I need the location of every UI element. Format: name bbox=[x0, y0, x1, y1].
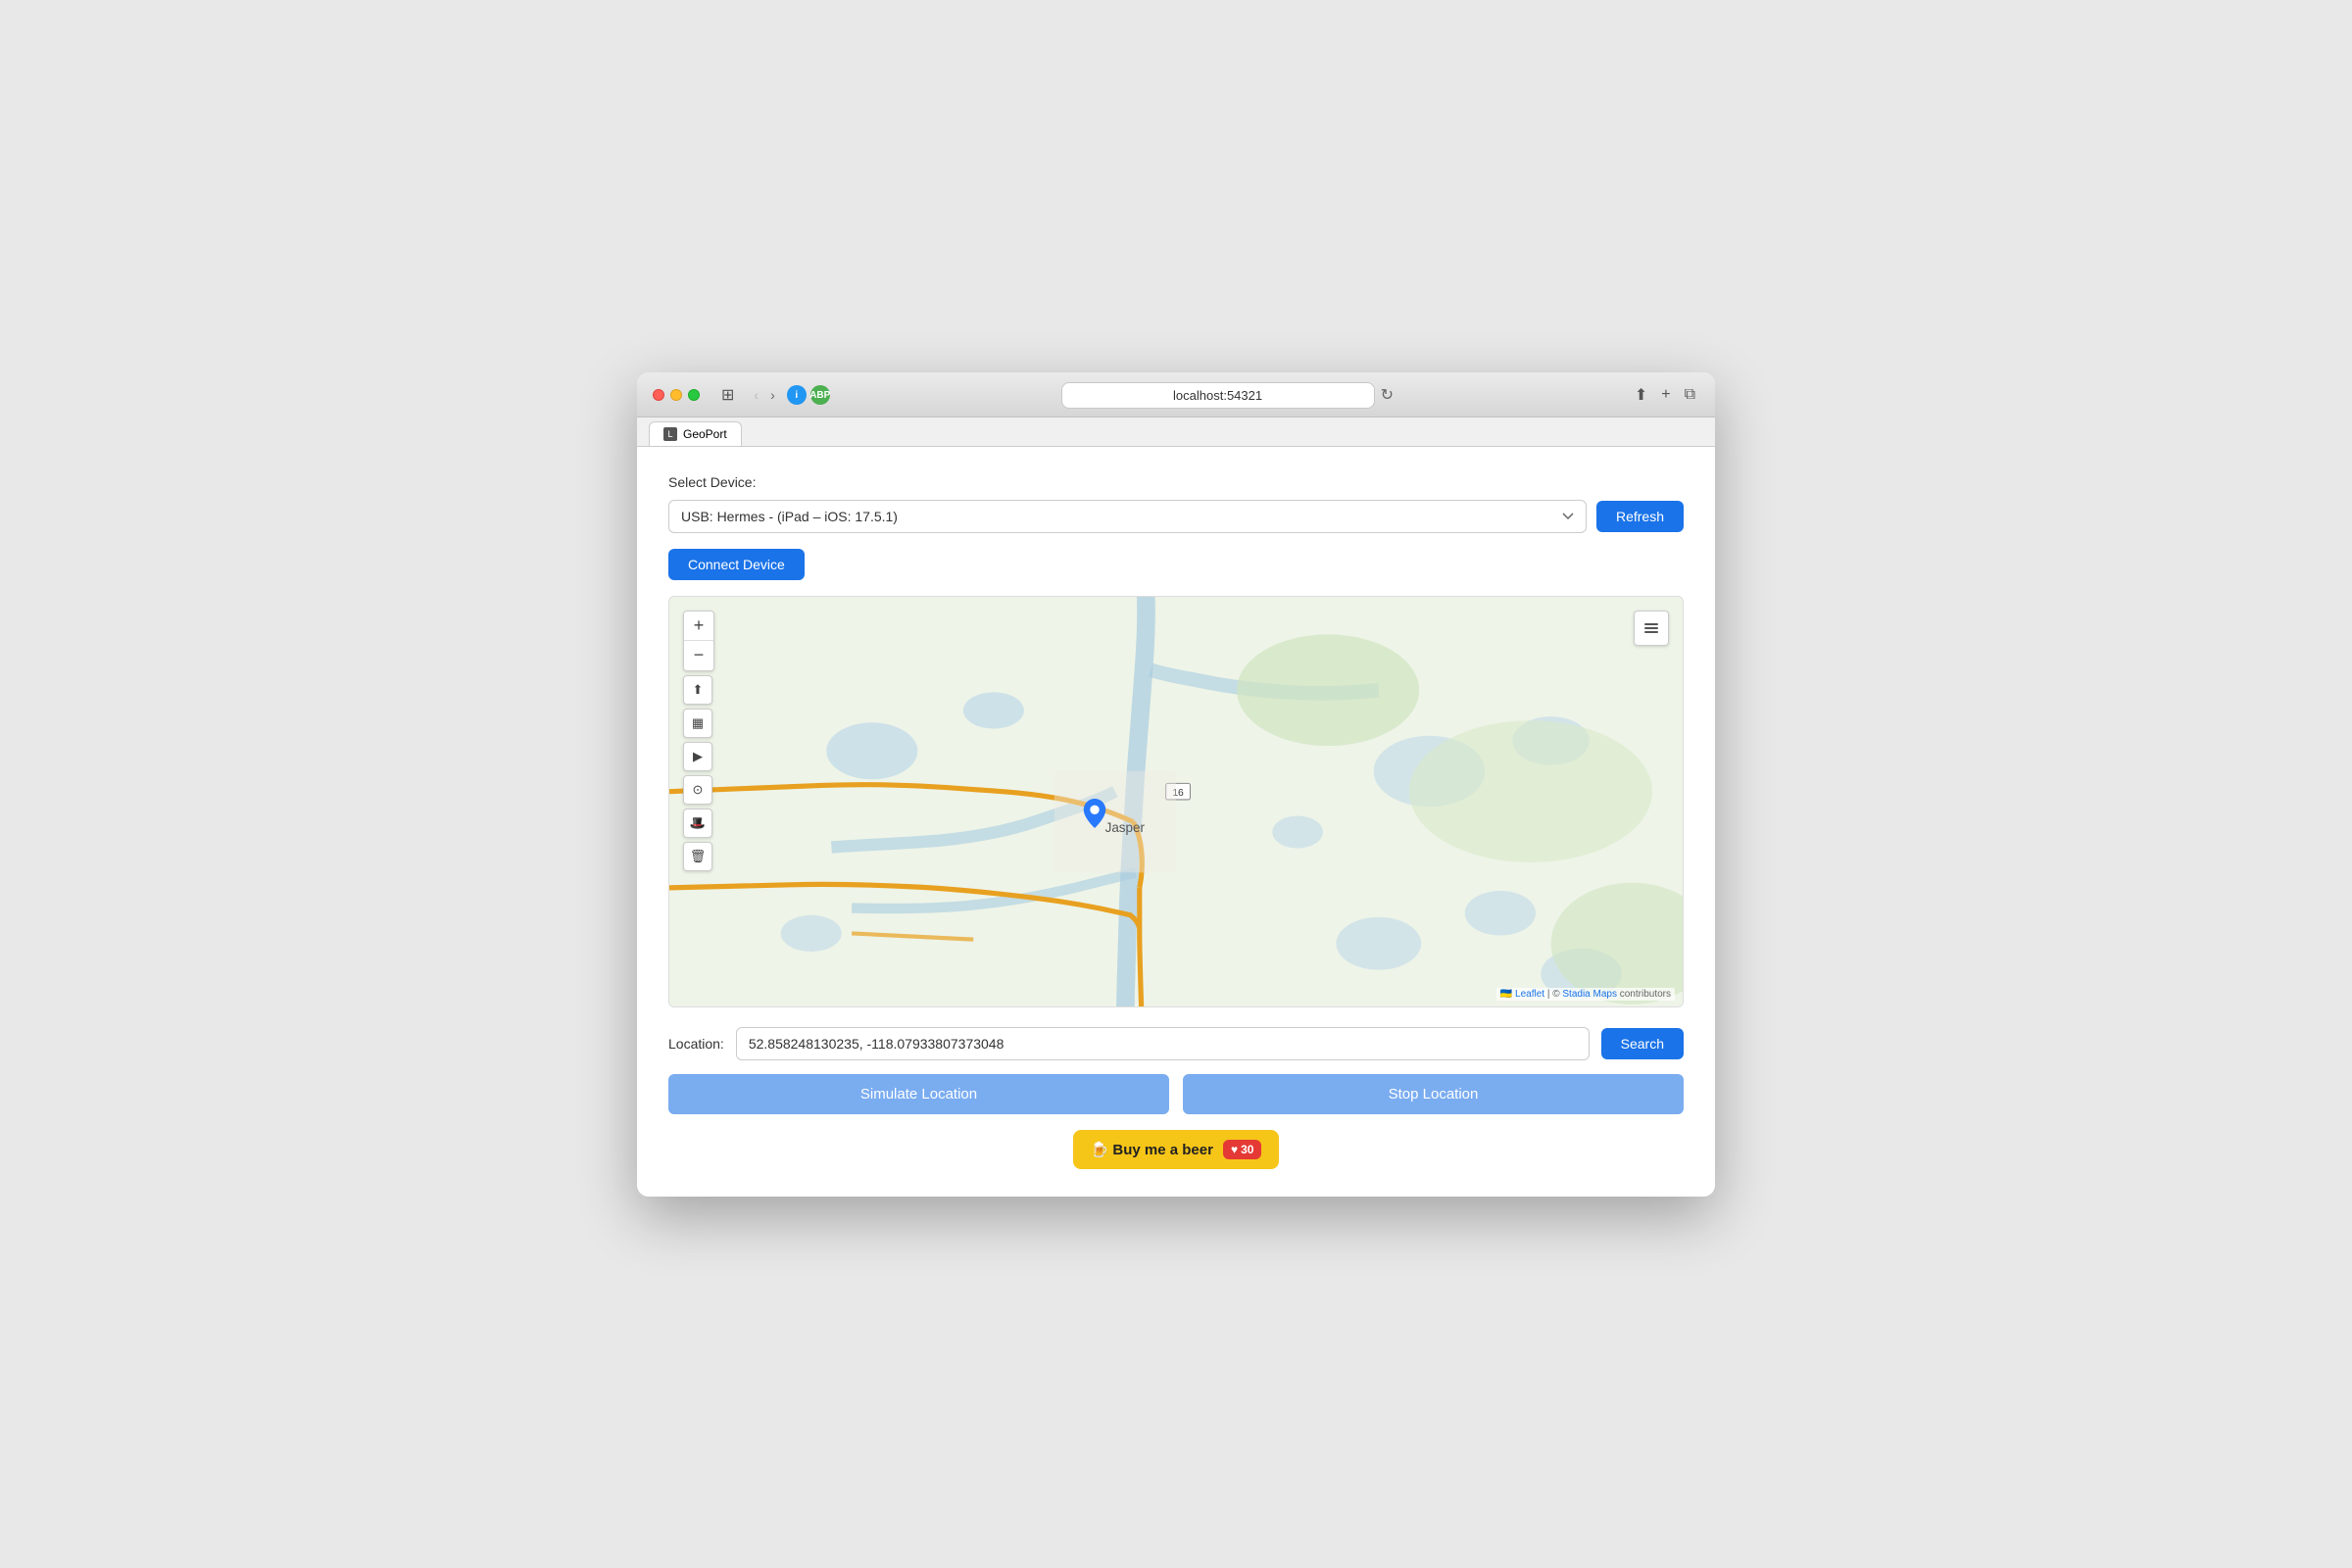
donation-count: 30 bbox=[1241, 1143, 1253, 1156]
donation-row: 🍺 Buy me a beer ♥ 30 bbox=[668, 1130, 1684, 1169]
donation-label: 🍺 Buy me a beer bbox=[1091, 1141, 1213, 1158]
address-bar[interactable]: localhost:54321 bbox=[1061, 382, 1375, 409]
location-label: Location: bbox=[668, 1036, 724, 1052]
nav-buttons: ‹ › bbox=[750, 385, 778, 405]
map-layers-button[interactable] bbox=[1634, 611, 1669, 646]
tab-overview-button[interactable]: ⧉ bbox=[1681, 384, 1699, 406]
trash-tool-button[interactable]: 🗑 bbox=[683, 842, 712, 871]
leaflet-link[interactable]: Leaflet bbox=[1515, 989, 1544, 1000]
stop-location-button[interactable]: Stop Location bbox=[1183, 1074, 1684, 1114]
nav-back-button[interactable]: ‹ bbox=[750, 385, 762, 405]
device-selector-row: USB: Hermes - (iPad – iOS: 17.5.1) Refre… bbox=[668, 500, 1684, 533]
toolbar-right: ⬆ + ⧉ bbox=[1631, 383, 1699, 407]
search-button[interactable]: Search bbox=[1601, 1028, 1684, 1059]
maximize-button[interactable] bbox=[688, 389, 700, 401]
minimize-button[interactable] bbox=[670, 389, 682, 401]
zoom-in-button[interactable]: + bbox=[684, 612, 713, 641]
extension-icon-2[interactable]: ABP bbox=[810, 385, 830, 405]
select-device-label: Select Device: bbox=[668, 474, 1684, 490]
share-button[interactable]: ⬆ bbox=[1631, 383, 1651, 407]
active-tab[interactable]: L GeoPort bbox=[649, 421, 742, 446]
heart-icon: ♥ bbox=[1231, 1143, 1238, 1156]
location-pin bbox=[1083, 799, 1106, 828]
tab-title: GeoPort bbox=[683, 427, 727, 441]
connect-device-button[interactable]: Connect Device bbox=[668, 549, 805, 580]
route-tool-button[interactable]: ⊙ bbox=[683, 775, 712, 805]
svg-text:Jasper: Jasper bbox=[1105, 820, 1146, 835]
device-select[interactable]: USB: Hermes - (iPad – iOS: 17.5.1) bbox=[668, 500, 1587, 533]
nav-forward-button[interactable]: › bbox=[766, 385, 779, 405]
close-button[interactable] bbox=[653, 389, 664, 401]
play-tool-button[interactable]: ▶ bbox=[683, 742, 712, 771]
address-bar-container: localhost:54321 ↻ bbox=[850, 382, 1611, 409]
title-bar: ⊞ ‹ › i ABP localhost:54321 ↻ ⬆ + ⧉ bbox=[637, 372, 1715, 417]
sidebar-toggle-button[interactable]: ⊞ bbox=[715, 383, 740, 407]
simulate-location-button[interactable]: Simulate Location bbox=[668, 1074, 1169, 1114]
donation-button[interactable]: 🍺 Buy me a beer ♥ 30 bbox=[1073, 1130, 1280, 1169]
refresh-button[interactable]: Refresh bbox=[1596, 501, 1684, 532]
map-attribution: 🇺🇦 Leaflet | © Stadia Maps contributors bbox=[1496, 988, 1675, 1001]
browser-window: ⊞ ‹ › i ABP localhost:54321 ↻ ⬆ + ⧉ L Ge… bbox=[637, 372, 1715, 1197]
layers-icon bbox=[1642, 618, 1661, 638]
traffic-lights bbox=[653, 389, 700, 401]
save-tool-button[interactable]: ▦ bbox=[683, 709, 712, 738]
new-tab-button[interactable]: + bbox=[1657, 384, 1674, 406]
location-input[interactable] bbox=[736, 1027, 1590, 1060]
browser-refresh-button[interactable]: ↻ bbox=[1375, 383, 1399, 407]
action-buttons-row: Simulate Location Stop Location bbox=[668, 1074, 1684, 1114]
zoom-out-button[interactable]: − bbox=[684, 641, 713, 670]
upload-tool-button[interactable]: ⬆ bbox=[683, 675, 712, 705]
donation-heart: ♥ 30 bbox=[1223, 1140, 1261, 1159]
page-content: Select Device: USB: Hermes - (iPad – iOS… bbox=[637, 447, 1715, 1197]
map-background: 16 93 Jasper 16 16 bbox=[669, 597, 1683, 1006]
tab-bar: L GeoPort bbox=[637, 417, 1715, 447]
map-container: 16 93 Jasper 16 16 + bbox=[668, 596, 1684, 1007]
extension-icon-1[interactable]: i bbox=[787, 385, 807, 405]
extension-icons: i ABP bbox=[787, 385, 830, 405]
hat-tool-button[interactable]: 🎩 bbox=[683, 808, 712, 838]
map-controls-left: + − ⬆ ▦ ▶ ⊙ 🎩 🗑 bbox=[683, 611, 714, 871]
location-row: Location: Search bbox=[668, 1027, 1684, 1060]
tab-favicon: L bbox=[663, 427, 677, 441]
zoom-controls: + − bbox=[683, 611, 714, 671]
stadia-link[interactable]: Stadia Maps bbox=[1562, 989, 1617, 1000]
